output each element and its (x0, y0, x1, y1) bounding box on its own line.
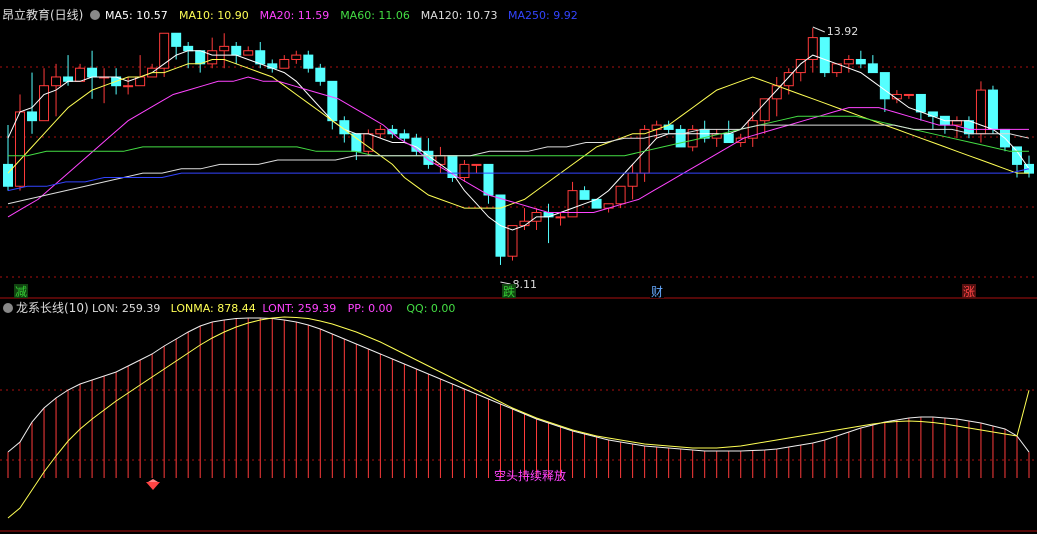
candle-body (3, 163, 13, 187)
diamond-icon (146, 482, 160, 490)
sub-label-lon: LON: 259.39 (92, 302, 160, 315)
marker-3: 涨 (963, 284, 975, 299)
sub-label-lonma: LONMA: 878.44 (171, 302, 256, 315)
marker-0: 减 (15, 285, 27, 299)
candle-body (483, 163, 494, 196)
grid (0, 66, 1037, 532)
candle-body (903, 93, 914, 96)
candle-body (15, 111, 26, 187)
ma-lines (7, 50, 1030, 231)
candle-body (327, 80, 338, 122)
candle-body (123, 85, 134, 88)
ma-label-ma10: MA10: 10.90 (179, 9, 249, 22)
dropdown-icon (90, 10, 100, 20)
candle-body (171, 32, 182, 47)
candle-body (627, 172, 638, 187)
candle-body (279, 58, 290, 69)
candle-body (291, 54, 302, 60)
low-label: 8.11 (512, 278, 537, 291)
sub-label-lont: LONT: 259.39 (262, 302, 336, 315)
candle-body (459, 163, 470, 179)
candle-body (207, 50, 218, 65)
sub-label-qq: QQ: 0.00 (406, 302, 455, 315)
ma-label-ma250: MA250: 9.92 (508, 9, 578, 22)
stock-chart: 昂立教育(日线) MA5: 10.57 MA10: 10.90 MA20: 11.59… (0, 7, 1037, 532)
sub-label-pp: PP: 0.00 (348, 302, 393, 315)
lonma-line (7, 316, 1030, 519)
candle-body (879, 72, 890, 100)
candle-body (75, 67, 86, 82)
candle-body (951, 120, 962, 126)
ma-label-ma60: MA60: 11.06 (340, 9, 410, 22)
main-title: 昂立教育(日线) (2, 7, 83, 22)
ma-line-ma10 (7, 59, 1029, 209)
candle-body (759, 98, 770, 122)
candle-body (399, 133, 410, 139)
candle-body (615, 185, 626, 205)
ma-label-ma120: MA120: 10.73 (421, 9, 498, 22)
indicator-lines (7, 316, 1030, 519)
high-label: 13.92 (827, 25, 859, 38)
candle-body (579, 190, 590, 200)
high-pointer (812, 26, 825, 33)
candle-body (555, 216, 566, 219)
candle-body (303, 54, 314, 69)
marker-2: 财 (651, 285, 663, 299)
candle-body (255, 50, 266, 65)
candle-body (975, 89, 986, 135)
candle-body (963, 120, 974, 135)
candle-body (783, 72, 794, 87)
candle-body (987, 89, 998, 130)
ma-line-ma250 (7, 168, 1030, 192)
candle-body (231, 45, 242, 56)
candle-body (27, 111, 38, 122)
marker-1: 跌 (503, 284, 515, 299)
candle-body (771, 85, 782, 100)
candle-body (219, 45, 230, 52)
low-pointer (500, 281, 511, 285)
candle-body (63, 76, 74, 82)
candle-body (435, 155, 446, 165)
candle-body (867, 63, 878, 74)
indicator-bars (7, 318, 1030, 478)
candle-body (471, 163, 482, 166)
ma-line-ma120 (7, 124, 1030, 205)
sub-annotation: 空头持续释放 (494, 468, 566, 483)
candle-body (159, 32, 170, 69)
ma-label-ma20: MA20: 11.59 (260, 9, 330, 22)
sub-title: 龙系长线(10) (16, 301, 89, 315)
ma-label-ma5: MA5: 10.57 (105, 9, 168, 22)
candle-body (675, 128, 686, 148)
candle-body (183, 45, 194, 52)
candle-body (819, 37, 830, 74)
candle-body (243, 50, 254, 56)
candle-body (375, 128, 386, 135)
ma-line-ma5 (7, 50, 1030, 231)
candle-body (915, 93, 926, 113)
candle-body (51, 76, 62, 87)
candle-body (39, 85, 50, 122)
candle-body (723, 133, 734, 144)
candle-body (315, 67, 326, 82)
diamond-icon-top (148, 479, 158, 482)
candle-body (195, 50, 206, 65)
sub-dropdown-icon (3, 303, 13, 313)
candle-body (843, 58, 854, 65)
labels: 昂立教育(日线) MA5: 10.57 MA10: 10.90 MA20: 11.59… (2, 7, 976, 490)
candle-body (87, 67, 98, 78)
lon-line (7, 317, 1030, 453)
candle-body (855, 58, 866, 65)
